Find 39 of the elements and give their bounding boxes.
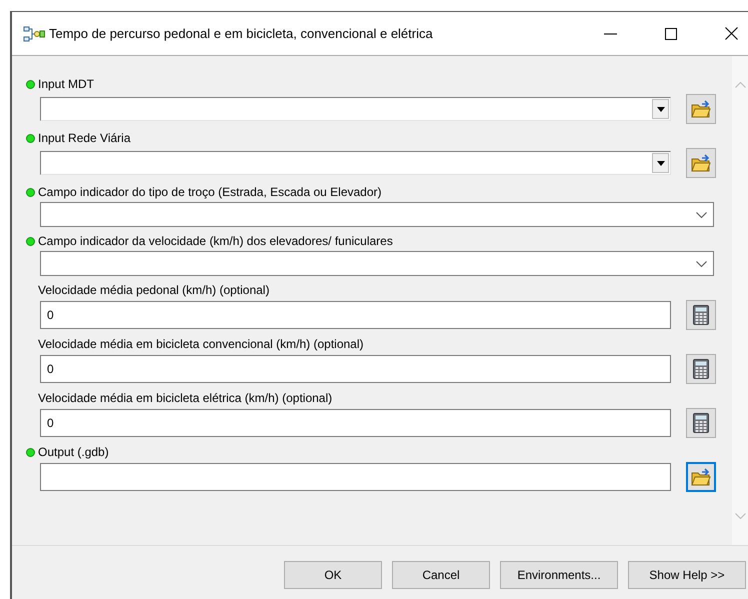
window-title: Tempo de percurso pedonal e em bicicleta, convencional e elétrica — [49, 24, 434, 43]
dialog-button[interactable]: OK — [284, 561, 382, 589]
calculator-button[interactable] — [686, 408, 716, 438]
input-field[interactable] — [40, 463, 671, 491]
input-field[interactable]: 0 — [40, 355, 671, 383]
browse-button[interactable] — [686, 94, 716, 124]
input-field[interactable]: 0 — [40, 301, 671, 329]
parameter-label: Velocidade média em bicicleta elétrica (km/h) (optional) — [38, 390, 332, 407]
parameter-label: Input MDT — [38, 76, 94, 93]
parameter-label: Output (.gdb) — [38, 444, 109, 461]
folder-icon — [691, 154, 711, 172]
minimize-icon[interactable] — [604, 32, 617, 34]
chevron-down-icon — [696, 260, 707, 266]
parameter-label: Input Rede Viária — [38, 130, 131, 147]
combo-field[interactable] — [40, 202, 714, 227]
input-field[interactable]: 0 — [40, 409, 671, 437]
parameter-label: Velocidade média pedonal (km/h) (optional) — [38, 282, 270, 299]
browse-button[interactable] — [686, 462, 716, 492]
folder-icon — [691, 468, 711, 486]
parameter-label: Campo indicador da velocidade (km/h) dos elevadores/ funiculares — [38, 233, 393, 250]
dropdown-field[interactable] — [40, 151, 671, 175]
dialog-button[interactable]: Cancel — [392, 561, 490, 589]
browse-button[interactable] — [686, 148, 716, 178]
chevron-down-icon — [696, 212, 707, 218]
model-icon — [23, 26, 45, 42]
maximize-icon[interactable] — [665, 28, 677, 40]
calculator-icon — [693, 413, 709, 433]
parameter-label: Campo indicador do tipo de troço (Estrada, Escada ou Elevador) — [38, 184, 382, 201]
combo-field[interactable] — [40, 251, 714, 276]
dialog-button[interactable]: Environments... — [500, 561, 618, 589]
folder-icon — [691, 100, 711, 118]
close-icon[interactable] — [725, 27, 738, 40]
calculator-icon — [693, 305, 709, 325]
dropdown-field[interactable] — [40, 97, 671, 121]
calculator-button[interactable] — [686, 354, 716, 384]
parameter-label: Velocidade média em bicicleta convencional (km/h) (optional) — [38, 336, 364, 353]
calculator-icon — [693, 359, 709, 379]
calculator-button[interactable] — [686, 300, 716, 330]
dialog-button[interactable]: Show Help >> — [628, 561, 746, 589]
